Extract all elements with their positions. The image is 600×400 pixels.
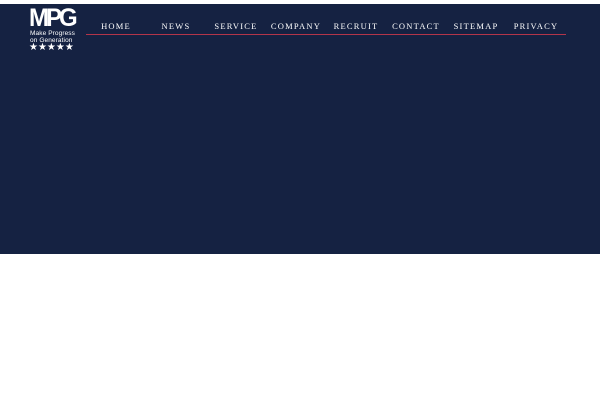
- hero-banner: [0, 4, 600, 254]
- nav-item-recruit[interactable]: RECRUIT: [326, 21, 386, 31]
- nav-item-news[interactable]: NEWS: [146, 21, 206, 31]
- logo-mark: MPG: [29, 3, 78, 33]
- nav-item-sitemap[interactable]: SITEMAP: [446, 21, 506, 31]
- logo-tagline-line1: Make Progress: [30, 30, 76, 37]
- logo-stars-icon: ★★★★★: [29, 42, 74, 53]
- nav-item-privacy[interactable]: PRIVACY: [506, 21, 566, 31]
- nav-item-service[interactable]: SERVICE: [206, 21, 266, 31]
- nav-item-home[interactable]: HOME: [86, 21, 146, 31]
- nav-item-contact[interactable]: CONTACT: [386, 21, 446, 31]
- nav-divider: [86, 34, 566, 35]
- main-navigation: HOME NEWS SERVICE COMPANY RECRUIT CONTAC…: [86, 19, 566, 33]
- mpg-logo-icon[interactable]: MPG Make Progress on Generation ★★★★★: [29, 3, 83, 56]
- nav-item-company[interactable]: COMPANY: [266, 21, 326, 31]
